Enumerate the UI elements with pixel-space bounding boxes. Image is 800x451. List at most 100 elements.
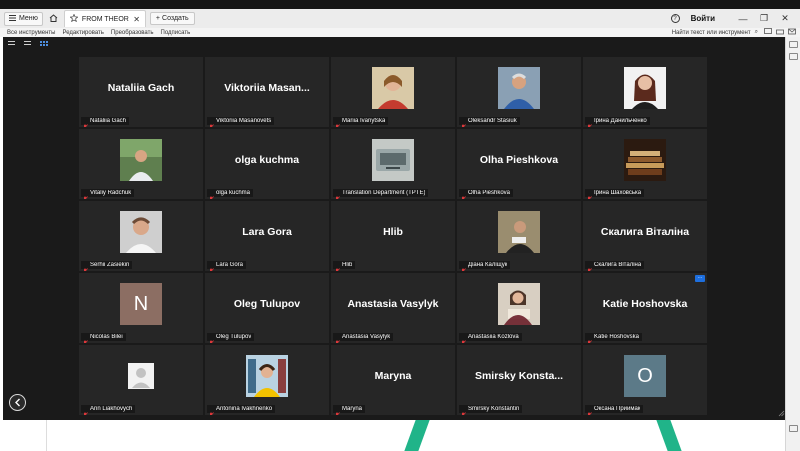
participant-tile[interactable]: O Оксана Приймак — [583, 345, 707, 415]
participant-display-name: Maryna — [374, 370, 412, 382]
toolbar-sign[interactable]: Подписать — [161, 30, 191, 36]
right-tools-panel — [785, 37, 800, 451]
participant-tile[interactable]: Anastasiia Kozlova — [457, 273, 581, 343]
participant-tile[interactable]: Antonina Ivakhnenko — [205, 345, 329, 415]
participant-tile[interactable]: Ann Liakhovych — [79, 345, 203, 415]
speaker-view-icon[interactable] — [8, 41, 15, 47]
participant-tile[interactable]: Ірина Данильченко — [583, 57, 707, 127]
participant-name-label: Mariia Ivanytska — [333, 117, 389, 127]
home-button[interactable] — [47, 12, 61, 26]
muted-mic-icon — [208, 262, 214, 271]
participant-grid: Nataliia Gach Nataliia Gach Viktoriia Masa… — [79, 57, 707, 415]
participant-tile[interactable]: Mariia Ivanytska — [331, 57, 455, 127]
mail-icon[interactable] — [788, 28, 796, 35]
participant-display-name: Olha Pieshkova — [479, 154, 559, 166]
participant-tile[interactable]: Nataliia Gach Nataliia Gach — [79, 57, 203, 127]
toolbar-all-tools[interactable]: Все инструменты — [7, 30, 55, 36]
participant-name-label: Ірина Шаховська — [585, 189, 645, 199]
document-tab[interactable]: FROM THEORY TO ... ✕ — [63, 10, 146, 27]
participant-name: Діана Каліщук — [468, 262, 508, 268]
panel-tool-icon-2[interactable] — [789, 53, 798, 60]
participant-tile[interactable]: olga kuchma olga kuchma — [205, 129, 329, 199]
participant-tile[interactable]: Oleksandr Stasiuk — [457, 57, 581, 127]
help-icon[interactable]: ? — [670, 14, 680, 23]
close-window-icon[interactable]: ✕ — [780, 13, 790, 24]
default-avatar — [120, 355, 162, 397]
login-button[interactable]: Войти — [691, 14, 715, 23]
previous-page-button[interactable] — [9, 394, 26, 411]
participant-name: Antonina Ivakhnenko — [216, 406, 273, 412]
participant-name-label: Translation Department (TPTE) — [333, 189, 429, 199]
muted-mic-icon — [82, 262, 88, 271]
minimize-icon[interactable]: — — [738, 14, 748, 24]
strip-view-icon[interactable] — [24, 41, 31, 47]
participant-tile[interactable]: Serhii Zasiekin — [79, 201, 203, 271]
muted-mic-icon — [586, 262, 592, 271]
participant-tile[interactable]: Olha Pieshkova Olha Pieshkova — [457, 129, 581, 199]
muted-mic-icon — [460, 334, 466, 343]
participant-tile[interactable]: N Nicolas Bilei — [79, 273, 203, 343]
plus-icon: + — [155, 15, 161, 22]
participant-name: Anastasia Vasylyk — [342, 334, 391, 340]
window-top-strip — [0, 0, 800, 9]
participant-tile[interactable]: Діана Каліщук — [457, 201, 581, 271]
page-edge-line — [46, 420, 47, 451]
participant-display-name: Nataliia Gach — [107, 82, 175, 94]
participant-tile[interactable]: Lara Gora Lara Gora — [205, 201, 329, 271]
participant-display-name: Katie Hoshovska — [602, 298, 688, 310]
more-options-button[interactable]: ··· — [695, 275, 705, 282]
print-icon[interactable] — [776, 28, 784, 35]
zoom-gallery-view: Nataliia Gach Nataliia Gach Viktoriia Masa… — [3, 37, 788, 420]
participant-name-label: Nataliia Gach — [81, 117, 130, 127]
participant-tile[interactable]: Скалига Віталіна Скалига Віталіна — [583, 201, 707, 271]
participant-display-name: Anastasia Vasylyk — [347, 298, 439, 310]
participant-tile[interactable]: Viktoriia Masan... Viktoriia Masanovets — [205, 57, 329, 127]
participant-name: Mariia Ivanytska — [342, 118, 386, 124]
participant-name-label: Katie Hoshovska — [585, 333, 643, 343]
search-icon: ⌕ — [754, 29, 758, 35]
woman-library-photo — [246, 355, 288, 397]
participant-name: Oleksandr Stasiuk — [468, 118, 517, 124]
star-icon — [69, 13, 79, 24]
document-page-area — [0, 420, 785, 451]
maximize-icon[interactable]: ❐ — [759, 13, 769, 24]
comment-icon[interactable] — [764, 28, 772, 35]
participant-tile[interactable]: Translation Department (TPTE) — [331, 129, 455, 199]
participant-tile[interactable]: Katie Hoshovska ··· Katie Hoshovska — [583, 273, 707, 343]
create-button[interactable]: + Создать — [149, 12, 195, 25]
panel-tool-icon-1[interactable] — [789, 41, 798, 48]
toolbar-edit[interactable]: Редактировать — [62, 30, 103, 36]
participant-initial-avatar: O — [624, 355, 666, 397]
participant-display-name: Smirsky Konsta... — [474, 370, 564, 382]
participant-tile[interactable]: Anastasia Vasylyk Anastasia Vasylyk — [331, 273, 455, 343]
participant-tile[interactable]: Ірина Шаховська — [583, 129, 707, 199]
menu-button[interactable]: Меню — [4, 11, 43, 26]
toolbar-convert[interactable]: Преобразовать — [111, 30, 154, 36]
screen: Меню FROM THEORY TO ... ✕ + Создать ? Во… — [0, 0, 800, 451]
participant-name-label: Viktoriia Masanovets — [207, 117, 275, 127]
participant-tile[interactable]: Maryna Maryna — [331, 345, 455, 415]
zoom-out-icon[interactable] — [789, 425, 798, 432]
participant-name: Hlib — [342, 262, 353, 268]
person-reading-photo — [498, 211, 540, 253]
man-outdoors-photo — [120, 139, 162, 181]
find-tool[interactable]: Найти текст или инструмент ⌕ — [672, 29, 758, 36]
muted-mic-icon — [82, 406, 88, 415]
participant-tile[interactable]: Smirsky Konsta... Smirsky Konstantin — [457, 345, 581, 415]
participant-name: Ірина Шаховська — [594, 190, 642, 196]
participant-name: Скалига Віталіна — [594, 262, 642, 268]
participant-tile[interactable]: Oleg Tulupov Oleg Tulupov — [205, 273, 329, 343]
muted-mic-icon — [460, 118, 466, 127]
participant-name: Оксана Приймак — [594, 406, 641, 412]
muted-mic-icon — [586, 118, 592, 127]
resize-grip-icon[interactable] — [778, 410, 785, 417]
participant-display-name: Oleg Tulupov — [233, 298, 301, 310]
muted-mic-icon — [460, 262, 466, 271]
participant-name-label: Anastasiia Kozlova — [459, 333, 522, 343]
gallery-view-icon[interactable] — [40, 41, 48, 47]
device-photo — [372, 139, 414, 181]
participant-tile[interactable]: Vitaliy Radchuk — [79, 129, 203, 199]
participant-tile[interactable]: Hlib Hlib — [331, 201, 455, 271]
tab-close-icon[interactable]: ✕ — [133, 15, 140, 24]
participant-name-label: Oleg Tulupov — [207, 333, 255, 343]
